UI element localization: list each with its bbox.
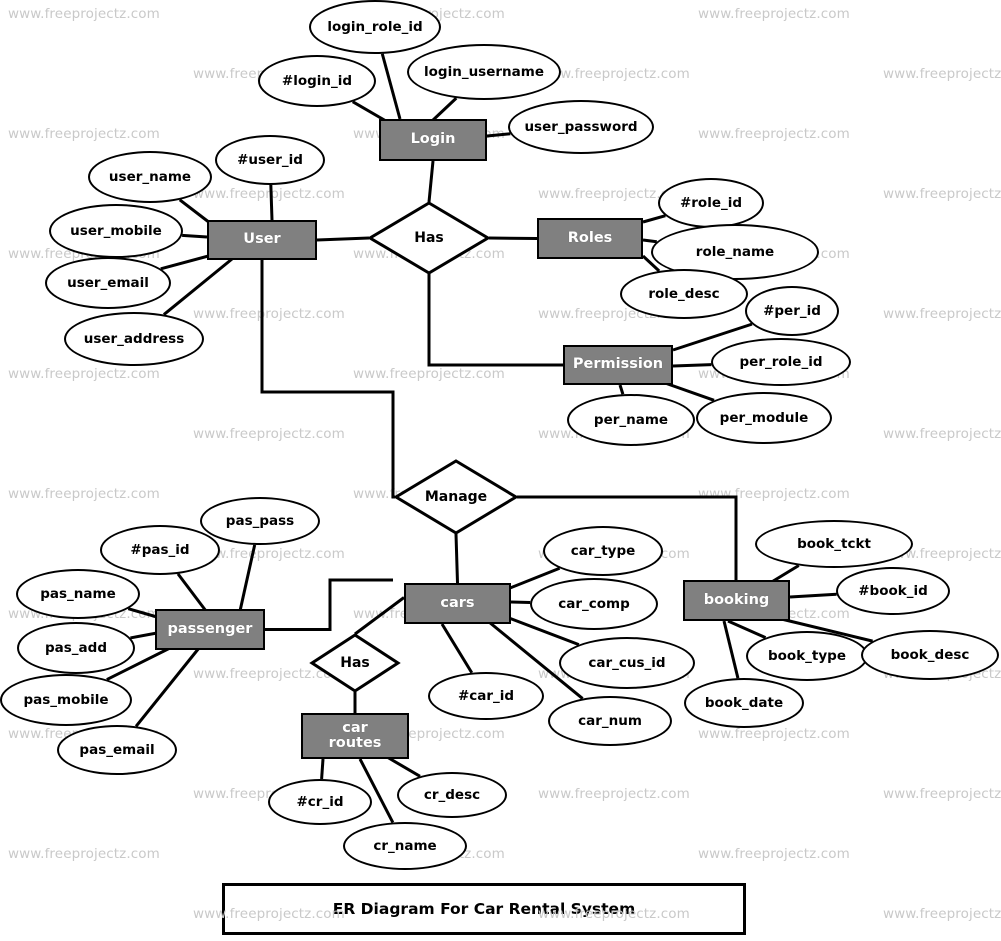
attribute-car_comp[interactable]: car_comp	[530, 578, 658, 630]
attribute-role_id[interactable]: #role_id	[658, 178, 764, 228]
attribute-pas_add[interactable]: pas_add	[17, 622, 135, 674]
attribute-label: #car_id	[457, 688, 515, 704]
attribute-label: pas_add	[45, 640, 107, 656]
attribute-label: car_comp	[558, 596, 630, 612]
attribute-car_type[interactable]: car_type	[543, 526, 663, 576]
er-diagram-canvas: www.freeprojectz.com www.freeprojectz.com…	[0, 0, 1001, 941]
attribute-label: pas_name	[40, 586, 116, 602]
attribute-label: pas_email	[79, 742, 155, 758]
attribute-car_id[interactable]: #car_id	[428, 672, 544, 720]
attribute-label: book_date	[704, 695, 784, 711]
entity-label: Login	[410, 131, 456, 148]
attribute-pas_id[interactable]: #pas_id	[100, 525, 220, 575]
attribute-book_desc[interactable]: book_desc	[861, 630, 999, 680]
relationship-manage[interactable]: Manage	[393, 459, 519, 535]
relationship-has_car_routes[interactable]: Has	[309, 633, 401, 693]
attribute-cr_id[interactable]: #cr_id	[268, 779, 372, 825]
attribute-cr_desc[interactable]: cr_desc	[397, 772, 507, 818]
attribute-per_name[interactable]: per_name	[567, 394, 695, 446]
attribute-pas_pass[interactable]: pas_pass	[200, 497, 320, 545]
attribute-book_type[interactable]: book_type	[746, 631, 868, 681]
attribute-label: #user_id	[237, 152, 303, 168]
attribute-label: car_cus_id	[588, 655, 666, 671]
attribute-label: per_role_id	[739, 354, 823, 370]
attribute-car_num[interactable]: car_num	[548, 696, 672, 746]
attribute-per_role_id[interactable]: per_role_id	[711, 338, 851, 386]
attribute-user_address[interactable]: user_address	[64, 312, 204, 366]
attribute-label: login_role_id	[327, 19, 423, 35]
attribute-label: user_email	[67, 275, 149, 291]
attribute-book_date[interactable]: book_date	[684, 678, 804, 728]
entity-cars[interactable]: cars	[404, 583, 511, 624]
attribute-user_password[interactable]: user_password	[508, 100, 654, 154]
entity-car_routes[interactable]: car routes	[301, 713, 409, 759]
attribute-label: #login_id	[281, 73, 353, 89]
attribute-label: cr_desc	[423, 787, 481, 803]
attribute-label: #per_id	[763, 303, 821, 319]
attribute-book_tckt[interactable]: book_tckt	[755, 520, 913, 568]
attribute-user_mobile[interactable]: user_mobile	[49, 204, 183, 258]
entity-label: Permission	[572, 356, 664, 373]
attribute-user_name[interactable]: user_name	[88, 151, 212, 203]
entity-user[interactable]: User	[207, 220, 317, 260]
attribute-per_id[interactable]: #per_id	[745, 286, 839, 336]
attribute-label: user_password	[524, 119, 638, 135]
entity-passenger[interactable]: passenger	[155, 609, 265, 650]
entity-booking[interactable]: booking	[683, 580, 790, 621]
attribute-label: #pas_id	[130, 542, 190, 558]
attribute-label: user_mobile	[70, 223, 162, 239]
attribute-label: car_num	[578, 713, 642, 729]
entity-permission[interactable]: Permission	[563, 345, 673, 385]
attribute-user_email[interactable]: user_email	[45, 257, 171, 309]
entity-label: car routes	[328, 719, 382, 751]
entity-roles[interactable]: Roles	[537, 218, 643, 259]
attribute-label: #cr_id	[296, 794, 344, 810]
attribute-label: role_name	[695, 244, 775, 260]
attribute-label: login_username	[424, 64, 544, 80]
attribute-label: car_type	[570, 543, 636, 559]
attribute-book_id[interactable]: #book_id	[836, 567, 950, 615]
attribute-car_cus_id[interactable]: car_cus_id	[559, 637, 695, 689]
relationship-has_user_roles[interactable]: Has	[367, 201, 491, 275]
attribute-role_desc[interactable]: role_desc	[620, 269, 748, 319]
entity-label: passenger	[167, 620, 253, 637]
attribute-login_id[interactable]: #login_id	[258, 55, 376, 107]
attribute-label: per_module	[719, 410, 809, 426]
entity-login[interactable]: Login	[379, 119, 487, 161]
attribute-label: role_desc	[648, 286, 720, 302]
attribute-label: book_desc	[890, 647, 970, 663]
attribute-label: user_address	[83, 331, 185, 347]
attribute-label: #role_id	[679, 195, 743, 211]
attribute-pas_mobile[interactable]: pas_mobile	[0, 674, 132, 726]
attribute-label: cr_name	[373, 838, 437, 854]
attribute-pas_name[interactable]: pas_name	[16, 569, 140, 619]
attribute-pas_email[interactable]: pas_email	[57, 725, 177, 775]
attribute-cr_name[interactable]: cr_name	[343, 822, 467, 870]
relationship-label: Has	[414, 230, 444, 246]
relationship-label: Manage	[424, 489, 488, 505]
entity-label: cars	[440, 594, 475, 611]
attribute-label: per_name	[593, 412, 669, 428]
attribute-user_id[interactable]: #user_id	[215, 135, 325, 185]
attribute-label: book_type	[767, 648, 846, 664]
attribute-login_username[interactable]: login_username	[407, 44, 561, 100]
entity-label: Roles	[567, 229, 613, 246]
node-layer: Login User Roles Permission passenger cars boo…	[0, 0, 1001, 941]
entity-label: User	[243, 231, 281, 248]
attribute-label: pas_mobile	[23, 692, 109, 708]
attribute-per_module[interactable]: per_module	[696, 392, 832, 444]
attribute-login_role_id[interactable]: login_role_id	[309, 0, 441, 54]
relationship-label: Has	[340, 655, 370, 671]
entity-label: booking	[703, 591, 770, 608]
attribute-label: #book_id	[858, 583, 928, 599]
attribute-label: book_tckt	[797, 536, 871, 552]
attribute-label: pas_pass	[225, 513, 295, 529]
attribute-label: user_name	[108, 169, 192, 185]
